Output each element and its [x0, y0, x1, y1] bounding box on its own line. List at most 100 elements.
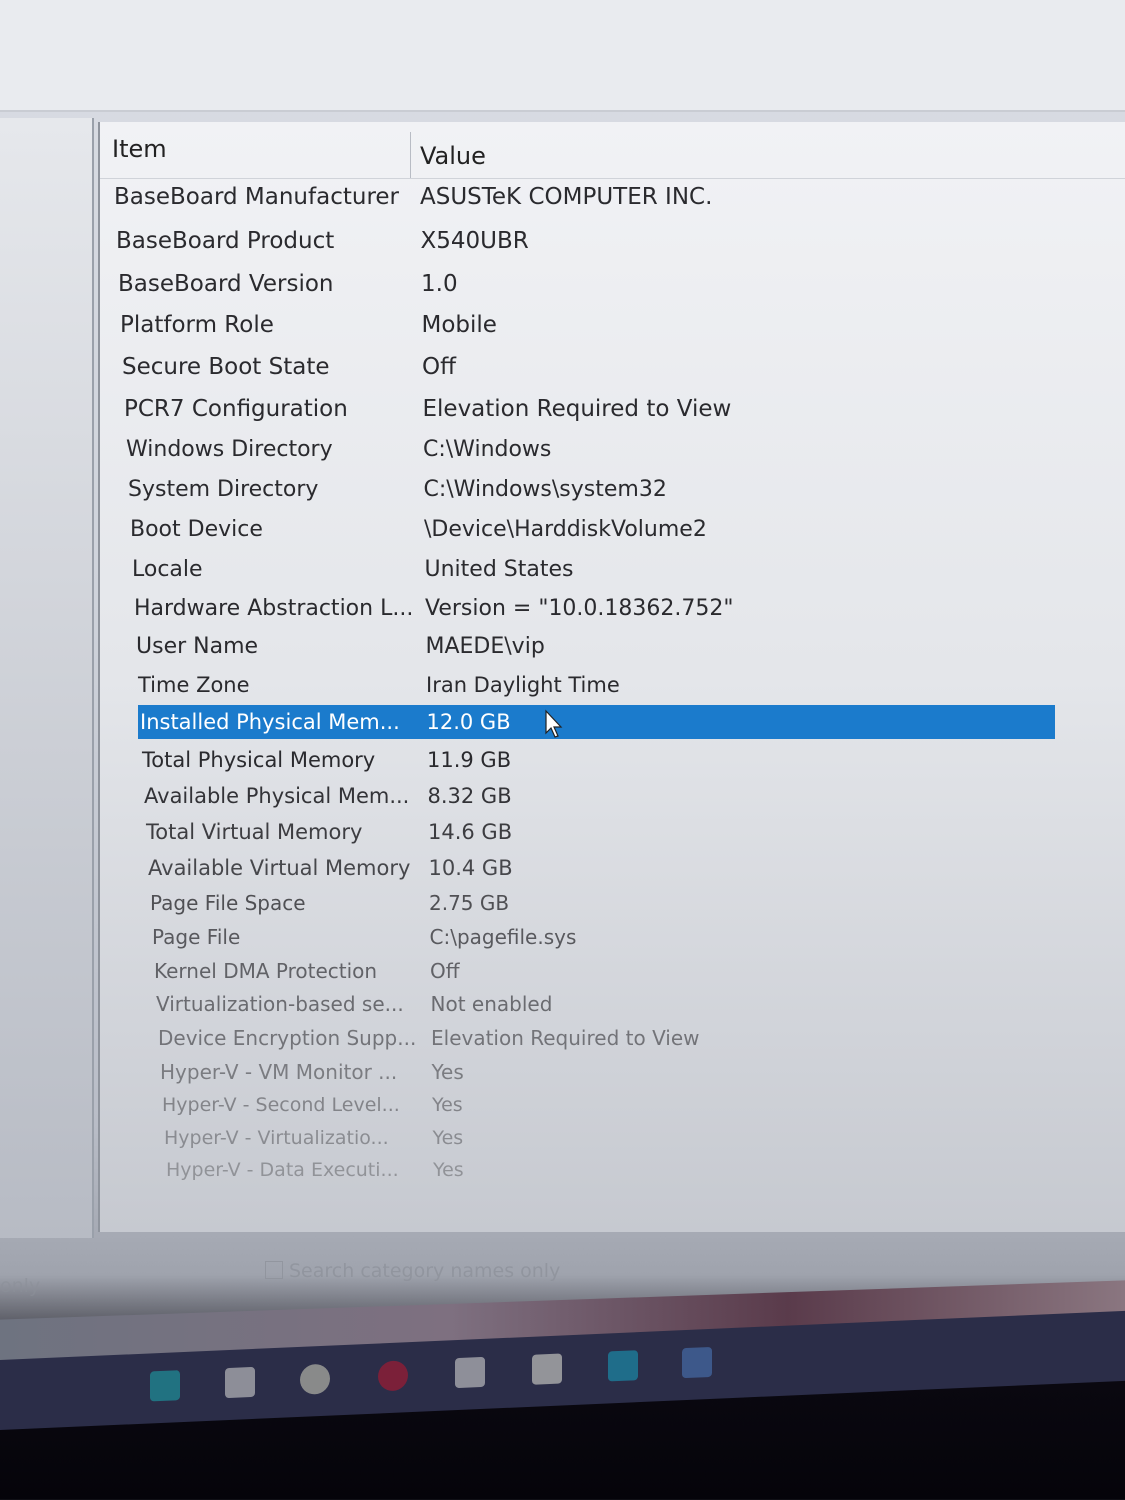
value-cell: 14.6 GB [428, 820, 513, 844]
table-row[interactable]: Hardware Abstraction L... Version = "10.0… [134, 592, 934, 626]
value-cell: United States [424, 557, 574, 582]
opera-icon[interactable] [378, 1360, 408, 1392]
value-cell: Off [422, 354, 456, 380]
taskbar-app-icon[interactable] [150, 1370, 180, 1402]
table-row[interactable]: Hyper-V - Second Level... Yes [162, 1088, 962, 1122]
value-cell: Yes [432, 1094, 463, 1116]
value-cell: Iran Daylight Time [426, 673, 620, 697]
item-cell: BaseBoard Product [116, 228, 335, 254]
item-cell: Total Physical Memory [142, 748, 376, 772]
item-cell: Platform Role [120, 312, 274, 338]
app-icon[interactable] [300, 1363, 330, 1395]
column-header-item[interactable]: Item [112, 135, 167, 163]
system-information-icon[interactable] [682, 1346, 712, 1379]
table-row[interactable]: Platform Role Mobile [120, 308, 920, 342]
table-row[interactable]: Total Virtual Memory 14.6 GB [146, 815, 946, 849]
value-cell: 10.4 GB [428, 856, 513, 880]
table-row[interactable]: PCR7 Configuration Elevation Required to … [124, 392, 924, 426]
value-cell: Mobile [421, 312, 497, 338]
table-row[interactable]: Page File Space 2.75 GB [150, 886, 950, 920]
value-cell: 11.9 GB [427, 748, 512, 772]
table-row[interactable]: Secure Boot State Off [122, 350, 922, 384]
item-cell: BaseBoard Manufacturer [114, 184, 399, 210]
item-cell: Time Zone [138, 673, 250, 697]
item-cell: Page File Space [150, 891, 306, 915]
column-header-value[interactable]: Value [420, 142, 486, 170]
table-row[interactable]: Page File C:\pagefile.sys [152, 920, 952, 954]
table-row[interactable]: Hyper-V - Data Executi... Yes [166, 1153, 966, 1187]
item-cell: Available Physical Mem... [144, 784, 410, 808]
item-cell: Page File [152, 925, 241, 949]
item-cell: Hyper-V - Virtualizatio... [164, 1127, 389, 1149]
item-cell: Available Virtual Memory [148, 856, 411, 880]
item-cell: User Name [136, 634, 259, 659]
value-cell: ASUSTeK COMPUTER INC. [420, 184, 713, 210]
table-row[interactable]: User Name MAEDE\vip [136, 630, 936, 664]
column-header-divider[interactable] [410, 132, 411, 178]
item-cell: Installed Physical Mem... [140, 710, 400, 734]
value-cell: Yes [432, 1127, 464, 1149]
value-cell: 8.32 GB [427, 784, 512, 808]
item-cell: Hyper-V - Second Level... [162, 1094, 400, 1116]
value-cell: 12.0 GB [426, 710, 511, 734]
item-cell: Boot Device [130, 517, 263, 542]
search-category-label: Search category names only [289, 1260, 561, 1282]
table-row[interactable]: BaseBoard Product X540UBR [116, 224, 916, 258]
header-divider [100, 178, 1125, 179]
table-row[interactable]: Hyper-V - VM Monitor ... Yes [160, 1055, 960, 1089]
item-cell: Device Encryption Supp... [158, 1026, 417, 1050]
table-row[interactable]: Windows Directory C:\Windows [126, 433, 926, 467]
value-cell: X540UBR [420, 228, 529, 254]
checkbox-icon[interactable] [265, 1261, 283, 1279]
item-cell: Hyper-V - Data Executi... [166, 1159, 399, 1181]
value-cell: Yes [431, 1060, 464, 1084]
search-option-fragment: only [0, 1275, 41, 1297]
item-cell: System Directory [128, 477, 319, 502]
table-row[interactable]: System Directory C:\Windows\system32 [128, 473, 928, 507]
app-icon[interactable] [608, 1350, 638, 1382]
item-cell: Hardware Abstraction L... [134, 596, 414, 621]
value-cell: C:\Windows\system32 [423, 477, 667, 502]
value-cell: Elevation Required to View [422, 396, 732, 422]
mouse-cursor-icon [545, 709, 563, 738]
item-cell: Total Virtual Memory [146, 820, 363, 844]
table-row[interactable]: Available Physical Mem... 8.32 GB [144, 779, 944, 813]
value-cell: Yes [433, 1159, 464, 1181]
document-icon[interactable] [532, 1353, 562, 1385]
table-row[interactable]: Boot Device \Device\HarddiskVolume2 [130, 513, 930, 547]
table-row[interactable]: Kernel DMA Protection Off [154, 954, 954, 988]
store-icon[interactable] [225, 1366, 255, 1399]
value-cell: Version = "10.0.18362.752" [425, 596, 734, 621]
item-cell: BaseBoard Version [118, 271, 334, 297]
table-row[interactable]: Hyper-V - Virtualizatio... Yes [164, 1121, 964, 1155]
table-row[interactable]: Time Zone Iran Daylight Time [138, 668, 938, 702]
table-row[interactable]: Locale United States [132, 553, 932, 587]
table-row[interactable]: Device Encryption Supp... Elevation Requi… [158, 1021, 958, 1055]
value-cell: C:\Windows [423, 437, 552, 462]
search-category-names-checkbox[interactable]: Search category names only [265, 1260, 560, 1282]
table-row[interactable]: BaseBoard Version 1.0 [118, 267, 918, 301]
item-cell: Secure Boot State [122, 354, 330, 380]
value-cell: Elevation Required to View [431, 1026, 700, 1050]
mail-icon[interactable] [455, 1356, 485, 1389]
window-toolbar-area [0, 0, 1125, 112]
table-row[interactable]: Installed Physical Mem... 12.0 GB [138, 705, 1055, 739]
value-cell: MAEDE\vip [425, 634, 545, 659]
table-row[interactable]: BaseBoard Manufacturer ASUSTeK COMPUTER I… [114, 180, 914, 214]
item-cell: Locale [132, 557, 203, 582]
table-row[interactable]: Total Physical Memory 11.9 GB [142, 743, 942, 777]
item-cell: Virtualization-based se... [156, 992, 404, 1016]
value-cell: C:\pagefile.sys [429, 925, 577, 949]
category-tree-pane[interactable] [0, 118, 94, 1238]
item-cell: Hyper-V - VM Monitor ... [160, 1060, 398, 1084]
value-cell: \Device\HarddiskVolume2 [424, 517, 707, 542]
table-row[interactable]: Virtualization-based se... Not enabled [156, 987, 956, 1021]
item-cell: PCR7 Configuration [124, 396, 348, 422]
item-cell: Windows Directory [126, 437, 333, 462]
item-cell: Kernel DMA Protection [154, 959, 378, 983]
value-cell: Not enabled [430, 992, 553, 1016]
value-cell: 1.0 [421, 271, 458, 297]
value-cell: 2.75 GB [429, 891, 510, 915]
value-cell: Off [430, 959, 460, 983]
table-row[interactable]: Available Virtual Memory 10.4 GB [148, 851, 948, 885]
